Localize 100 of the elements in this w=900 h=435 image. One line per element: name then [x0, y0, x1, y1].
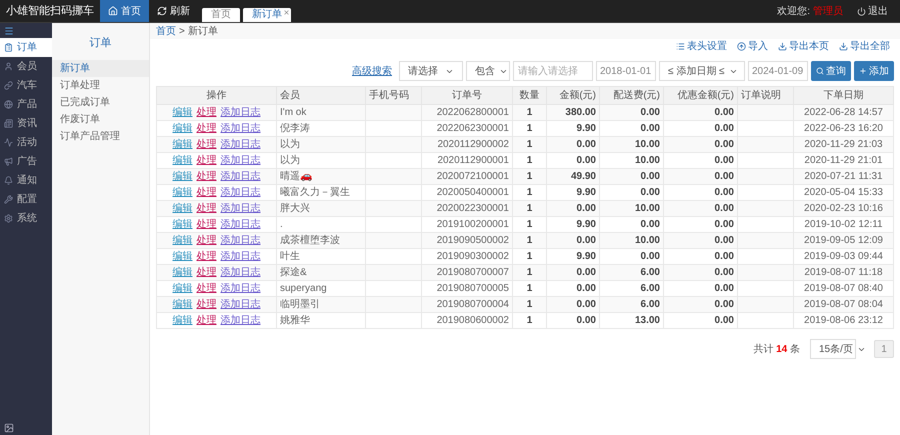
table-cell: 0.00 — [714, 267, 734, 278]
action-link[interactable]: 添加日志 — [220, 137, 260, 152]
table-cell: 0.00 — [640, 251, 660, 262]
action-link[interactable]: 处理 — [196, 281, 216, 296]
action-link[interactable]: 处理 — [196, 313, 216, 328]
sidebar-item[interactable]: 活动 — [0, 133, 52, 152]
table-cell: 2020022300001 — [436, 203, 509, 214]
action-link[interactable]: 编辑 — [172, 249, 192, 264]
advanced-search-link[interactable]: 高级搜索 — [352, 64, 392, 78]
operator-select[interactable]: 包含 — [466, 61, 510, 81]
toolbar-button[interactable]: 导出全部 — [839, 38, 890, 54]
action-link[interactable]: 编辑 — [172, 281, 192, 296]
table-cell: 叶生 — [280, 251, 300, 262]
action-link[interactable]: 添加日志 — [220, 233, 260, 248]
table-cell: 0.00 — [714, 235, 734, 246]
sidebar-item[interactable]: 配置 — [0, 190, 52, 209]
submenu-item[interactable]: 已完成订单 — [52, 94, 149, 111]
sidebar-item[interactable]: 订单 — [0, 38, 52, 57]
action-link[interactable]: 编辑 — [172, 201, 192, 216]
action-link[interactable]: 处理 — [196, 185, 216, 200]
action-link[interactable]: 添加日志 — [220, 105, 260, 120]
close-icon[interactable] — [283, 9, 290, 16]
date-field-select[interactable]: ≤ 添加日期 ≤ — [659, 61, 745, 81]
toolbar-button[interactable]: 导入 — [737, 38, 768, 54]
action-link[interactable]: 编辑 — [172, 121, 192, 136]
add-button[interactable]: 添加 — [854, 61, 894, 81]
action-link[interactable]: 添加日志 — [220, 297, 260, 312]
submenu-item[interactable]: 订单处理 — [52, 77, 149, 94]
table-cell: 临明墨引 — [280, 299, 320, 310]
submenu-item[interactable]: 作废订单 — [52, 111, 149, 128]
search-button[interactable]: 查询 — [811, 61, 851, 81]
action-link[interactable]: 添加日志 — [220, 201, 260, 216]
page-tab[interactable]: 首页 — [202, 8, 240, 22]
date-to-field[interactable]: 2024-01-09 — [748, 61, 808, 81]
action-link[interactable]: 编辑 — [172, 153, 192, 168]
table-cell: 2019080700004 — [436, 299, 509, 310]
sidebar-item[interactable]: 广告 — [0, 152, 52, 171]
action-link[interactable]: 添加日志 — [220, 153, 260, 168]
sidebar-item[interactable]: 会员 — [0, 57, 52, 76]
action-link[interactable]: 处理 — [196, 137, 216, 152]
action-link[interactable]: 编辑 — [172, 185, 192, 200]
action-link[interactable]: 添加日志 — [220, 249, 260, 264]
action-link[interactable]: 处理 — [196, 297, 216, 312]
menu-icon[interactable] — [4, 26, 14, 36]
action-link[interactable]: 处理 — [196, 169, 216, 184]
table-cell: 2022062300001 — [436, 123, 509, 134]
field-select[interactable]: 请选择 — [399, 61, 463, 81]
toolbar-button[interactable]: 导出本页 — [778, 38, 829, 54]
column-header: 优惠金额(元) — [664, 86, 738, 104]
sidebar-item[interactable]: 汽车 — [0, 76, 52, 95]
table-cell: 0.00 — [714, 123, 734, 134]
action-link[interactable]: 编辑 — [172, 265, 192, 280]
action-link[interactable]: 处理 — [196, 201, 216, 216]
action-link[interactable]: 处理 — [196, 105, 216, 120]
page-tab[interactable]: 新订单 — [243, 8, 291, 22]
date-from-field[interactable]: 2018-01-01 — [596, 61, 656, 81]
table-cell: 0.00 — [714, 155, 734, 166]
action-link[interactable]: 添加日志 — [220, 265, 260, 280]
sidebar-item[interactable]: 产品 — [0, 95, 52, 114]
action-link[interactable]: 处理 — [196, 265, 216, 280]
image-icon — [4, 423, 14, 433]
table-cell: 0.00 — [640, 171, 660, 182]
table-cell: 0.00 — [640, 187, 660, 198]
action-link[interactable]: 添加日志 — [220, 217, 260, 232]
table-cell: 0.00 — [640, 219, 660, 230]
toolbar-button[interactable]: 表头设置 — [676, 38, 727, 54]
action-link[interactable]: 编辑 — [172, 105, 192, 120]
action-link[interactable]: 处理 — [196, 153, 216, 168]
action-link[interactable]: 添加日志 — [220, 313, 260, 328]
nav-button[interactable]: 首页 — [100, 0, 149, 22]
logout-button[interactable]: 退出 — [857, 4, 888, 18]
nav-button[interactable]: 刷新 — [149, 0, 198, 22]
table-cell: 380.00 — [565, 107, 596, 118]
action-link[interactable]: 处理 — [196, 217, 216, 232]
keyword-field[interactable]: 请输入请选择 — [513, 61, 593, 81]
action-link[interactable]: 处理 — [196, 249, 216, 264]
table-cell: 1 — [526, 251, 532, 262]
action-link[interactable]: 编辑 — [172, 217, 192, 232]
action-link[interactable]: 处理 — [196, 233, 216, 248]
table-cell: 0.00 — [576, 267, 596, 278]
page-button[interactable]: 1 — [874, 340, 894, 358]
table-cell: 2020-07-21 11:31 — [804, 171, 883, 182]
sidebar-item[interactable]: 通知 — [0, 171, 52, 190]
action-link[interactable]: 编辑 — [172, 313, 192, 328]
submenu-item[interactable]: 新订单 — [52, 60, 149, 77]
refresh-icon — [157, 6, 167, 16]
action-link[interactable]: 添加日志 — [220, 121, 260, 136]
submenu-item[interactable]: 订单产品管理 — [52, 128, 149, 145]
action-link[interactable]: 编辑 — [172, 169, 192, 184]
action-link[interactable]: 编辑 — [172, 137, 192, 152]
action-link[interactable]: 添加日志 — [220, 169, 260, 184]
action-link[interactable]: 添加日志 — [220, 185, 260, 200]
action-link[interactable]: 编辑 — [172, 297, 192, 312]
sidebar-item[interactable]: 系统 — [0, 209, 52, 228]
table-cell: 0.00 — [714, 251, 734, 262]
action-link[interactable]: 处理 — [196, 121, 216, 136]
action-link[interactable]: 添加日志 — [220, 281, 260, 296]
breadcrumb-link[interactable]: 首页 — [156, 24, 176, 38]
action-link[interactable]: 编辑 — [172, 233, 192, 248]
sidebar-item[interactable]: 资讯 — [0, 114, 52, 133]
